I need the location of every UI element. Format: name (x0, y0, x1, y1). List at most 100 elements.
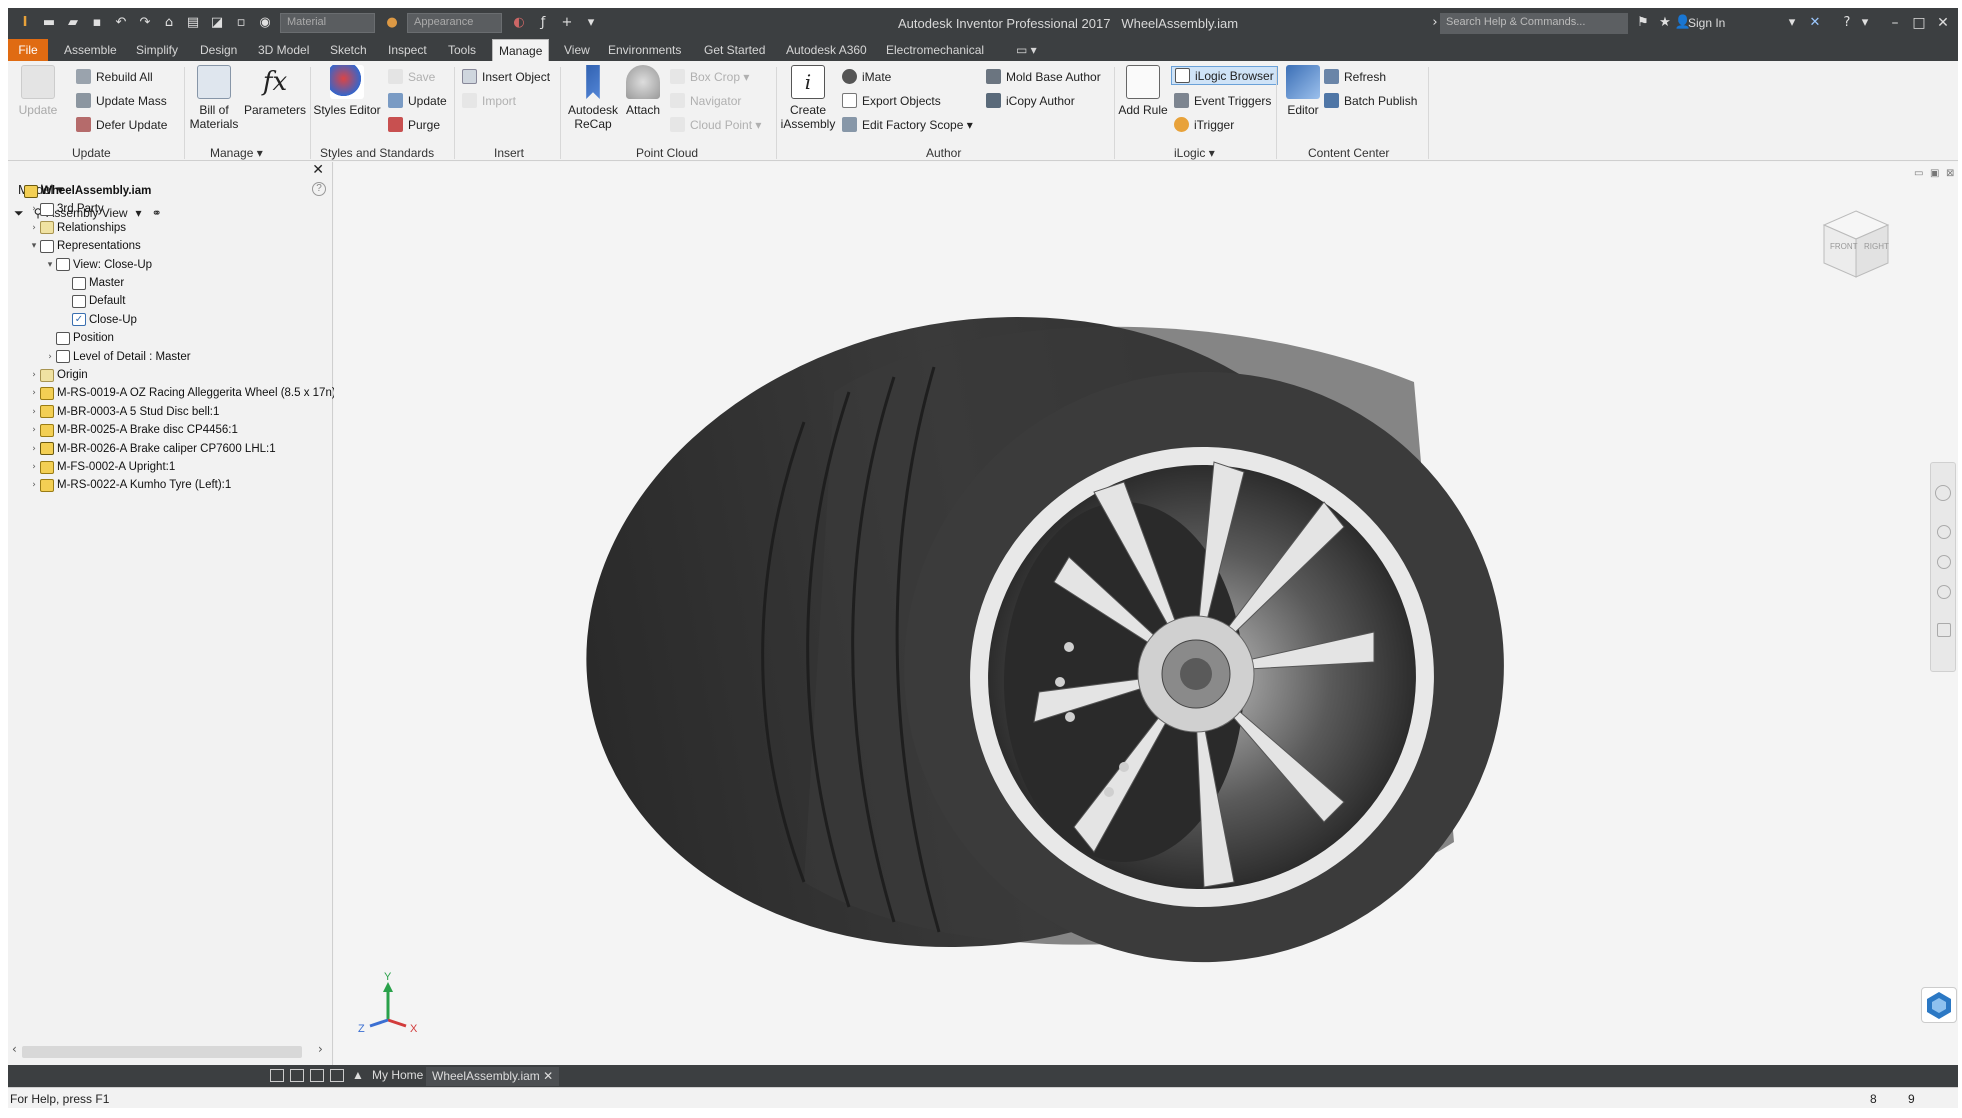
batch-publish-button[interactable]: Batch Publish (1324, 91, 1417, 110)
autodesk-recap-button[interactable]: Autodesk ReCap (562, 65, 624, 131)
ribbon-options-icon[interactable]: ▭ ▾ (1010, 39, 1043, 61)
undo-icon[interactable]: ↶ (112, 14, 130, 32)
tree-node[interactable]: ▾ View: Close-Up (44, 256, 152, 274)
styles-save-button[interactable]: Save (388, 67, 435, 86)
expand-chevron-icon[interactable]: › (28, 407, 40, 417)
tab-3d-model[interactable]: 3D Model (252, 39, 315, 61)
content-center-editor-button[interactable]: Editor (1280, 65, 1326, 117)
attach-button[interactable]: Attach (620, 65, 666, 117)
tab-environments[interactable]: Environments (602, 39, 687, 61)
purge-button[interactable]: Purge (388, 115, 440, 134)
view-dropdown-icon[interactable]: ▾ (136, 206, 142, 220)
tab-sketch[interactable]: Sketch (324, 39, 373, 61)
redo-icon[interactable]: ↷ (136, 14, 154, 32)
appearance-combo[interactable]: Appearance (407, 13, 502, 33)
customize-dropdown-icon[interactable]: ▾ (582, 14, 600, 32)
tree-node[interactable]: › M-RS-0022-A Kumho Tyre (Left):1 (28, 476, 231, 494)
expand-chevron-icon[interactable]: › (28, 204, 40, 214)
tab-autodesk-a360[interactable]: Autodesk A360 (780, 39, 873, 61)
exchange-apps-icon[interactable]: ✕ (1806, 14, 1824, 32)
wheel-assembly-model[interactable] (334, 162, 1958, 1065)
home-icon[interactable]: ⌂ (160, 14, 178, 32)
rebuild-all-button[interactable]: Rebuild All (76, 67, 153, 86)
create-iassembly-button[interactable]: i Create iAssembly (776, 65, 840, 131)
tree-node[interactable]: Default (60, 292, 125, 310)
a360-share-button[interactable] (1921, 987, 1957, 1023)
scroll-right-icon[interactable]: › (318, 1042, 323, 1056)
edit-factory-scope-button[interactable]: Edit Factory Scope ▾ (842, 115, 973, 134)
steering-wheel-icon[interactable] (1935, 485, 1951, 501)
event-triggers-button[interactable]: Event Triggers (1174, 91, 1271, 110)
tab-assemble[interactable]: Assemble (58, 39, 123, 61)
box-crop-button[interactable]: Box Crop ▾ (670, 67, 749, 86)
export-objects-button[interactable]: Export Objects (842, 91, 941, 110)
browser-horizontal-scrollbar[interactable] (22, 1046, 302, 1058)
select-icon[interactable]: ◪ (208, 14, 226, 32)
search-help-input[interactable]: Search Help & Commands... (1440, 13, 1628, 34)
navigator-button[interactable]: Navigator (670, 91, 741, 110)
tab-simplify[interactable]: Simplify (130, 39, 184, 61)
tab-file[interactable]: File (8, 39, 48, 61)
maximize-icon[interactable]: □ (1908, 12, 1930, 34)
close-tab-icon[interactable]: ✕ (543, 1069, 553, 1083)
imate-button[interactable]: iMate (842, 67, 891, 86)
expand-chevron-icon[interactable]: › (28, 223, 40, 233)
measure-icon[interactable]: ▫ (232, 14, 250, 32)
zoom-icon[interactable] (1937, 555, 1951, 569)
parameters-button[interactable]: fx Parameters (242, 65, 308, 117)
expand-chevron-icon[interactable]: › (28, 462, 40, 472)
import-button[interactable]: Import (462, 91, 516, 110)
tile-vertical-icon[interactable] (330, 1069, 344, 1082)
help-icon[interactable]: ? (1838, 14, 1856, 32)
tree-node[interactable]: › Level of Detail : Master (44, 348, 191, 366)
tree-node[interactable]: › M-BR-0003-A 5 Stud Disc bell:1 (28, 403, 219, 421)
tab-design[interactable]: Design (194, 39, 243, 61)
expand-chevron-icon[interactable]: › (44, 352, 56, 362)
refresh-button[interactable]: Refresh (1324, 67, 1386, 86)
cloud-point-button[interactable]: Cloud Point ▾ (670, 115, 761, 134)
bill-of-materials-button[interactable]: Bill of Materials (186, 65, 242, 131)
tile-horizontal-icon[interactable] (270, 1069, 284, 1082)
open-file-icon[interactable]: ▰ (64, 14, 82, 32)
expand-chevron-icon[interactable]: › (28, 370, 40, 380)
tab-electromechanical[interactable]: Electromechanical (880, 39, 990, 61)
help-dropdown-icon[interactable]: ▾ (1856, 14, 1874, 32)
collapse-chevron-icon[interactable]: ▾ (44, 260, 56, 270)
tree-node[interactable]: Master (60, 274, 124, 292)
print-icon[interactable]: ▤ (184, 14, 202, 32)
browser-close-icon[interactable]: ✕ (312, 162, 324, 178)
subscription-icon[interactable]: ⚑ (1634, 14, 1652, 32)
look-at-icon[interactable] (1937, 623, 1951, 637)
tree-node[interactable]: › M-RS-0019-A OZ Racing Alleggerita Wheel… (28, 384, 344, 402)
tree-node[interactable]: ✓ Close-Up (60, 311, 137, 329)
icopy-author-button[interactable]: iCopy Author (986, 91, 1075, 110)
defer-update-button[interactable]: Defer Update (76, 115, 167, 134)
insert-object-button[interactable]: Insert Object (462, 67, 550, 86)
tab-inspect[interactable]: Inspect (382, 39, 433, 61)
mold-base-author-button[interactable]: Mold Base Author (986, 67, 1101, 86)
itrigger-button[interactable]: iTrigger (1174, 115, 1234, 134)
account-dropdown-icon[interactable]: ▾ (1783, 14, 1801, 32)
viewcube[interactable]: FRONT RIGHT (1818, 207, 1894, 283)
doc-tab-wheelassembly[interactable]: WheelAssembly.iam ✕ (426, 1067, 560, 1086)
expand-chevron-icon[interactable]: › (28, 388, 40, 398)
appearance-icon[interactable]: ◉ (256, 14, 274, 32)
collapse-chevron-icon[interactable]: ▾ (28, 241, 40, 251)
clear-override-icon[interactable]: ◐ (510, 14, 528, 32)
update-mass-button[interactable]: Update Mass (76, 91, 167, 110)
add-rule-button[interactable]: Add Rule (1114, 65, 1172, 117)
favorites-star-icon[interactable]: ★ (1656, 14, 1674, 32)
tree-node[interactable]: › M-FS-0002-A Upright:1 (28, 458, 175, 476)
filter-icon[interactable]: ⏷ (14, 206, 24, 221)
tree-node[interactable]: › Origin (28, 366, 88, 384)
tree-node[interactable]: › M-BR-0026-A Brake caliper CP7600 LHL:1 (28, 440, 276, 458)
tree-node[interactable]: › Relationships (28, 219, 126, 237)
tree-node[interactable]: › 3rd Party (28, 200, 104, 218)
expand-chevron-icon[interactable]: › (28, 480, 40, 490)
tree-node[interactable]: WheelAssembly.iam (12, 182, 151, 200)
orbit-icon[interactable] (1937, 585, 1951, 599)
expand-chevron-icon[interactable]: › (28, 425, 40, 435)
sign-in-link[interactable]: Sign In (1688, 16, 1725, 30)
pan-icon[interactable] (1937, 525, 1951, 539)
tab-manage[interactable]: Manage (492, 39, 550, 61)
